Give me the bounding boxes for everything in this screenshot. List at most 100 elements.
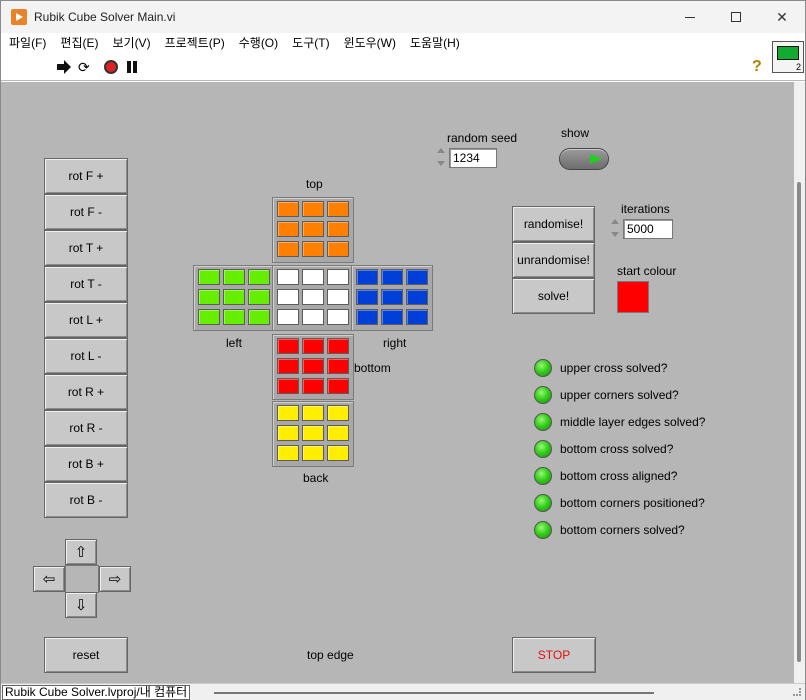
run-continuously-icon[interactable]: ⟳ bbox=[78, 60, 92, 74]
toolbar: ⟳ ? bbox=[1, 53, 805, 81]
cube-sticker bbox=[327, 358, 349, 374]
minimize-button[interactable] bbox=[667, 1, 713, 33]
rotate-button[interactable]: rot F - bbox=[44, 194, 128, 230]
nav-right-button[interactable]: ⇨ bbox=[99, 566, 131, 592]
cube-sticker bbox=[198, 289, 220, 305]
horizontal-scrollbar[interactable] bbox=[214, 692, 654, 694]
cube-face-front bbox=[272, 265, 354, 331]
menu-item[interactable]: 편집(E) bbox=[60, 33, 98, 53]
menu-item[interactable]: 파일(F) bbox=[9, 33, 46, 53]
cube-sticker bbox=[302, 358, 324, 374]
project-path: Rubik Cube Solver.lvproj/내 컴퓨터 bbox=[2, 685, 191, 700]
cube-sticker bbox=[302, 445, 324, 461]
cube-face-right bbox=[351, 265, 433, 331]
cube-sticker bbox=[223, 269, 245, 285]
face-grid bbox=[277, 338, 351, 396]
reset-button[interactable]: reset bbox=[44, 637, 128, 673]
start-colour-swatch[interactable] bbox=[617, 281, 649, 313]
run-arrow-icon[interactable] bbox=[57, 60, 71, 74]
abort-execution-icon[interactable] bbox=[104, 60, 118, 74]
cube-sticker bbox=[302, 309, 324, 325]
rotate-button[interactable]: rot F + bbox=[44, 158, 128, 194]
face-label-top: top bbox=[306, 177, 323, 191]
cube-sticker bbox=[277, 405, 299, 421]
rotate-button[interactable]: rot T + bbox=[44, 230, 128, 266]
unrandomise-button-label: unrandomise! bbox=[517, 253, 590, 267]
menu-item[interactable]: 수행(O) bbox=[239, 33, 278, 53]
unrandomise-button[interactable]: unrandomise! bbox=[512, 242, 595, 278]
window-title: Rubik Cube Solver Main.vi bbox=[34, 10, 176, 24]
rotate-button[interactable]: rot R + bbox=[44, 374, 128, 410]
random-seed-spinner[interactable] bbox=[435, 145, 447, 171]
cube-sticker bbox=[277, 241, 299, 257]
randomise-button[interactable]: randomise! bbox=[512, 206, 595, 242]
cube-sticker bbox=[277, 309, 299, 325]
vi-connector-icon[interactable]: 2 bbox=[772, 41, 804, 73]
close-button[interactable]: ✕ bbox=[759, 1, 805, 33]
cube-sticker bbox=[277, 378, 299, 394]
iterations-input[interactable]: 5000 bbox=[623, 219, 673, 239]
cube-sticker bbox=[277, 338, 299, 354]
status-led-label: middle layer edges solved? bbox=[560, 415, 706, 429]
vi-window: Rubik Cube Solver Main.vi ✕ 파일(F) 편집(E) 보기… bbox=[0, 0, 806, 700]
cube-face-left bbox=[193, 265, 275, 331]
rotate-button[interactable]: rot R - bbox=[44, 410, 128, 446]
cube-sticker bbox=[302, 338, 324, 354]
nav-down-button[interactable]: ⇩ bbox=[65, 592, 97, 618]
rotate-button-label: rot B + bbox=[68, 457, 104, 471]
status-led-label: bottom corners solved? bbox=[560, 523, 685, 537]
cube-sticker bbox=[248, 269, 270, 285]
context-help-icon[interactable]: ? bbox=[752, 58, 762, 76]
menu-item[interactable]: 프로젝트(P) bbox=[165, 33, 225, 53]
rotate-button[interactable]: rot L + bbox=[44, 302, 128, 338]
stop-button[interactable]: STOP bbox=[512, 637, 596, 673]
face-grid bbox=[277, 405, 351, 463]
cube-sticker bbox=[277, 425, 299, 441]
menu-item[interactable]: 도움말(H) bbox=[410, 33, 460, 53]
solve-button[interactable]: solve! bbox=[512, 278, 595, 314]
status-led-label: bottom corners positioned? bbox=[560, 496, 705, 510]
cube-face-back bbox=[272, 401, 354, 467]
face-label-bottom: bottom bbox=[354, 361, 391, 375]
nav-left-button[interactable]: ⇦ bbox=[33, 566, 65, 592]
cube-sticker bbox=[327, 269, 349, 285]
cube-sticker bbox=[277, 358, 299, 374]
face-grid bbox=[277, 269, 351, 327]
face-grid bbox=[356, 269, 430, 327]
status-led-indicator bbox=[534, 467, 552, 485]
cube-sticker bbox=[302, 241, 324, 257]
status-led-indicator bbox=[534, 521, 552, 539]
title-bar: Rubik Cube Solver Main.vi ✕ bbox=[1, 1, 805, 33]
rotate-button-label: rot L - bbox=[70, 349, 102, 363]
rotate-button[interactable]: rot B + bbox=[44, 446, 128, 482]
nav-up-button[interactable]: ⇧ bbox=[65, 539, 97, 565]
cube-sticker bbox=[327, 201, 349, 217]
cube-sticker bbox=[327, 338, 349, 354]
iterations-spinner[interactable] bbox=[609, 216, 621, 242]
pause-icon[interactable] bbox=[126, 60, 140, 74]
random-seed-input[interactable]: 1234 bbox=[449, 148, 497, 168]
rotate-button[interactable]: rot L - bbox=[44, 338, 128, 374]
menu-item[interactable]: 보기(V) bbox=[112, 33, 150, 53]
cube-sticker bbox=[327, 378, 349, 394]
maximize-button[interactable] bbox=[713, 1, 759, 33]
stop-button-label: STOP bbox=[537, 648, 571, 662]
vertical-scrollbar-thumb[interactable] bbox=[797, 182, 801, 662]
rotate-button[interactable]: rot T - bbox=[44, 266, 128, 302]
reset-button-label: reset bbox=[72, 648, 100, 662]
status-led-indicator bbox=[534, 440, 552, 458]
cube-sticker bbox=[406, 309, 428, 325]
menu-item[interactable]: 도구(T) bbox=[292, 33, 329, 53]
rotate-button-label: rot F + bbox=[68, 169, 104, 183]
cube-sticker bbox=[302, 289, 324, 305]
face-label-left: left bbox=[226, 336, 243, 350]
menu-item[interactable]: 윈도우(W) bbox=[344, 33, 396, 53]
vertical-scrollbar[interactable] bbox=[794, 82, 805, 683]
cube-sticker bbox=[327, 221, 349, 237]
show-toggle-switch[interactable] bbox=[559, 148, 609, 170]
cube-face-bottom bbox=[272, 334, 354, 400]
status-led-label: upper corners solved? bbox=[560, 388, 679, 402]
rotate-button[interactable]: rot B - bbox=[44, 482, 128, 518]
cube-sticker bbox=[302, 425, 324, 441]
resize-grip-icon[interactable] bbox=[793, 688, 801, 696]
